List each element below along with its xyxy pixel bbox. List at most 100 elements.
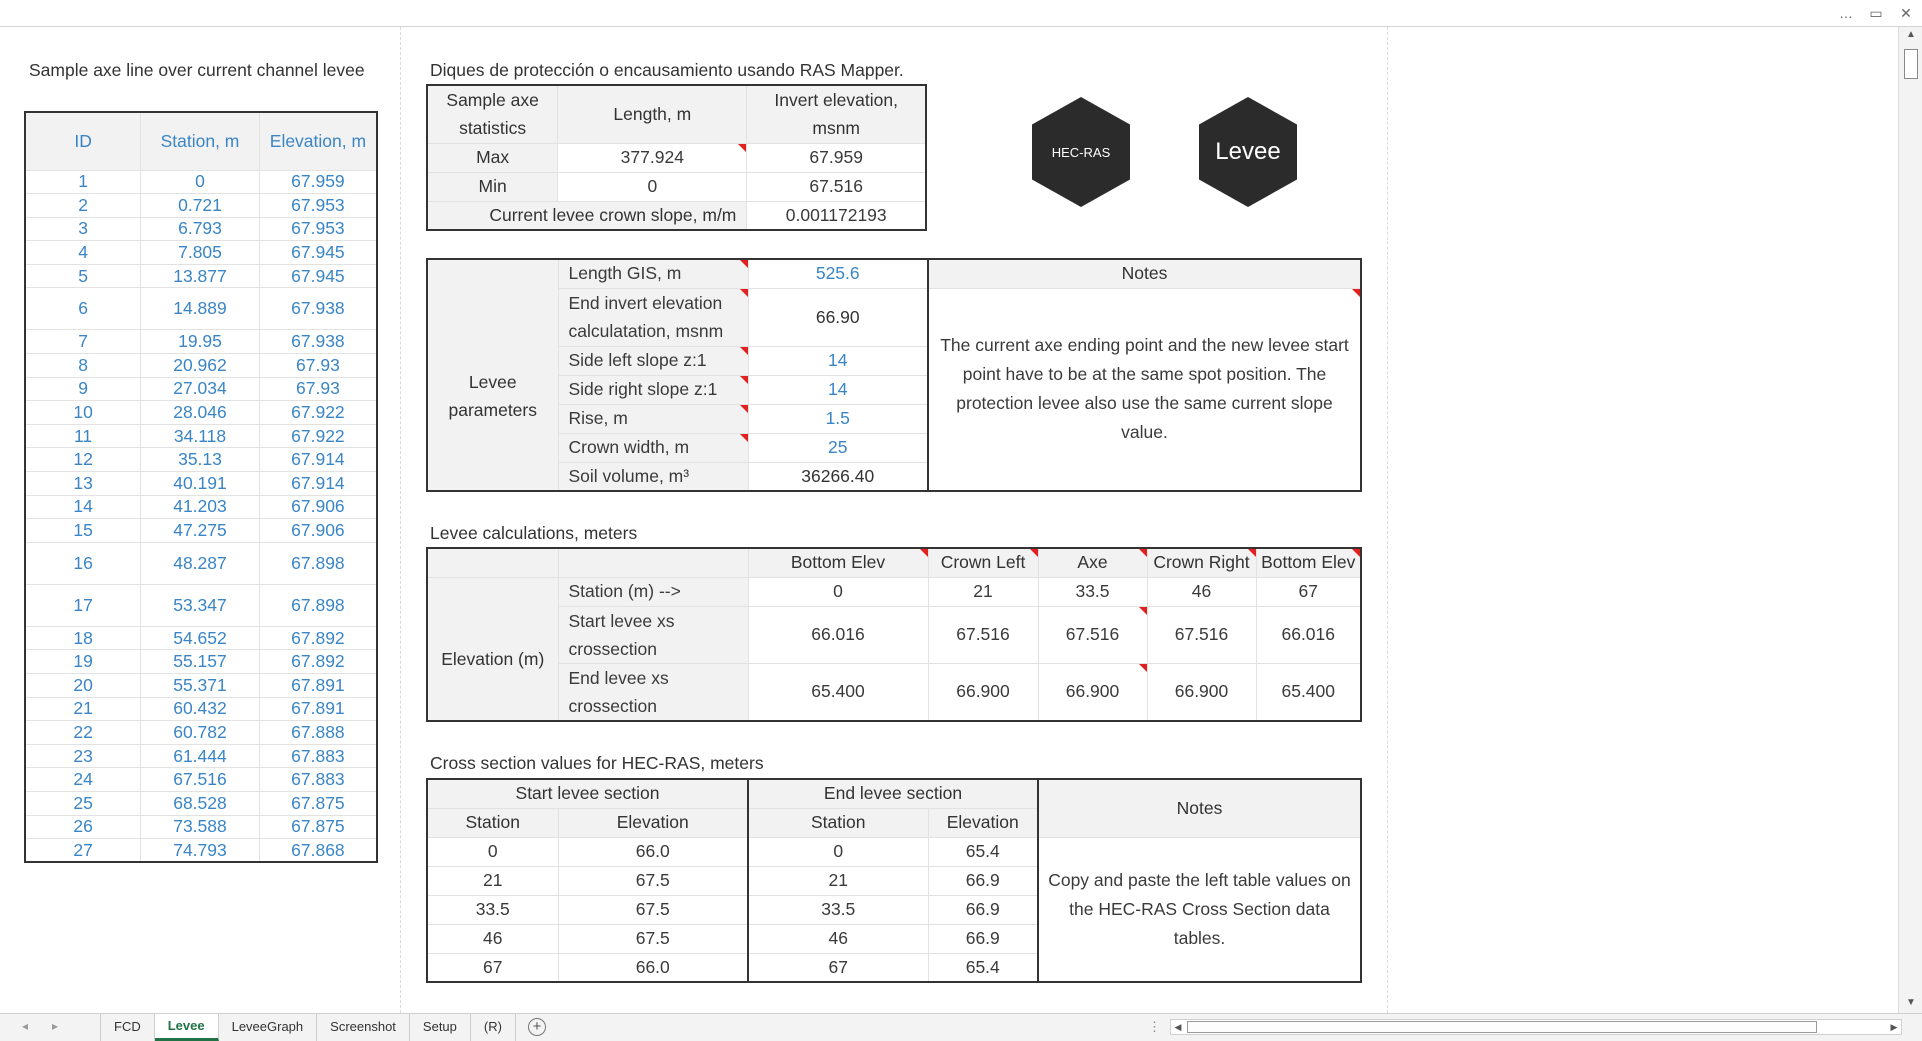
params-crown-value[interactable]: 25: [747, 432, 929, 463]
stats-max-elevation[interactable]: 67.959: [746, 142, 927, 173]
calcs-station-value[interactable]: 21: [927, 576, 1039, 607]
ids-cell-id[interactable]: 13: [24, 471, 142, 496]
scroll-left-icon[interactable]: ◀: [1171, 1020, 1185, 1034]
horizontal-scroll-thumb[interactable]: [1187, 1021, 1817, 1033]
worksheet[interactable]: Sample axe line over current channel lev…: [0, 27, 1898, 1013]
ids-cell-id[interactable]: 4: [24, 240, 142, 265]
calcs-end-value[interactable]: 66.900: [927, 662, 1039, 721]
calcs-end-value[interactable]: 65.400: [1255, 662, 1362, 721]
calcs-station-value[interactable]: 46: [1146, 576, 1257, 607]
ids-cell-elevation[interactable]: 67.891: [258, 673, 378, 698]
xs-start-elevation[interactable]: 66.0: [557, 952, 749, 983]
restore-icon[interactable]: ▭: [1868, 6, 1884, 20]
ids-cell-station[interactable]: 55.371: [140, 673, 260, 698]
ids-cell-id[interactable]: 23: [24, 743, 142, 769]
ids-cell-station[interactable]: 35.13: [140, 447, 260, 473]
ids-cell-id[interactable]: 18: [24, 625, 142, 651]
ids-cell-id[interactable]: 27: [24, 838, 142, 863]
params-soil-value[interactable]: 36266.40: [747, 461, 929, 492]
ids-cell-elevation[interactable]: 67.93: [258, 376, 378, 402]
ids-cell-elevation[interactable]: 67.906: [258, 494, 378, 520]
params-endinv-value[interactable]: 66.90: [747, 287, 929, 347]
prev-sheet-icon[interactable]: ◂: [22, 1019, 28, 1033]
ids-cell-station[interactable]: 41.203: [140, 494, 260, 520]
ids-cell-id[interactable]: 17: [24, 583, 142, 627]
ids-cell-elevation[interactable]: 67.945: [258, 263, 378, 289]
ids-cell-station[interactable]: 60.432: [140, 696, 260, 722]
ids-cell-elevation[interactable]: 67.898: [258, 583, 378, 627]
ids-cell-elevation[interactable]: 67.883: [258, 767, 378, 792]
ids-cell-id[interactable]: 3: [24, 216, 142, 242]
calcs-start-value[interactable]: 67.516: [1146, 605, 1257, 664]
ids-cell-station[interactable]: 73.588: [140, 814, 260, 840]
ids-cell-id[interactable]: 6: [24, 287, 142, 331]
tab-levee[interactable]: Levee: [154, 1014, 219, 1041]
ids-cell-id[interactable]: 24: [24, 767, 142, 792]
calcs-end-value[interactable]: 66.900: [1146, 662, 1257, 721]
ids-cell-elevation[interactable]: 67.898: [258, 541, 378, 585]
xs-end-station[interactable]: 46: [747, 923, 929, 954]
tab-fcd[interactable]: FCD: [101, 1014, 155, 1041]
xs-start-station[interactable]: 67: [426, 952, 559, 983]
ids-cell-station[interactable]: 14.889: [140, 287, 260, 331]
ids-cell-station[interactable]: 40.191: [140, 471, 260, 496]
ids-cell-id[interactable]: 22: [24, 720, 142, 745]
ids-cell-id[interactable]: 21: [24, 696, 142, 722]
xs-start-station[interactable]: 33.5: [426, 894, 559, 925]
ids-cell-elevation[interactable]: 67.883: [258, 743, 378, 769]
params-rise-value[interactable]: 1.5: [747, 403, 929, 434]
ids-cell-elevation[interactable]: 67.888: [258, 720, 378, 745]
ids-cell-elevation[interactable]: 67.93: [258, 353, 378, 378]
calcs-start-value[interactable]: 66.016: [747, 605, 929, 664]
tab-screenshot[interactable]: Screenshot: [317, 1014, 410, 1041]
stats-max-length[interactable]: 377.924: [557, 142, 748, 173]
ids-cell-elevation[interactable]: 67.914: [258, 447, 378, 473]
ids-cell-station[interactable]: 54.652: [140, 625, 260, 651]
ids-cell-station[interactable]: 61.444: [140, 743, 260, 769]
xs-end-elevation[interactable]: 66.9: [927, 923, 1039, 954]
xs-end-elevation[interactable]: 65.4: [927, 836, 1039, 867]
ids-cell-elevation[interactable]: 67.906: [258, 518, 378, 543]
ids-cell-id[interactable]: 2: [24, 193, 142, 218]
ids-cell-id[interactable]: 7: [24, 329, 142, 355]
scroll-right-icon[interactable]: ▶: [1887, 1020, 1901, 1034]
scroll-down-icon[interactable]: ▼: [1903, 997, 1919, 1011]
ids-cell-elevation[interactable]: 67.953: [258, 216, 378, 242]
calcs-station-value[interactable]: 0: [747, 576, 929, 607]
params-length-value[interactable]: 525.6: [747, 258, 929, 289]
stats-slope-value[interactable]: 0.001172193: [746, 200, 927, 231]
ids-cell-id[interactable]: 15: [24, 518, 142, 543]
ids-cell-id[interactable]: 8: [24, 353, 142, 378]
vertical-scrollbar[interactable]: ▲ ▼: [1898, 27, 1922, 1013]
params-sideright-value[interactable]: 14: [747, 374, 929, 405]
ids-cell-id[interactable]: 19: [24, 649, 142, 674]
close-icon[interactable]: ✕: [1898, 6, 1914, 20]
tab-setup[interactable]: Setup: [410, 1014, 471, 1041]
xs-end-station[interactable]: 33.5: [747, 894, 929, 925]
xs-start-station[interactable]: 46: [426, 923, 559, 954]
ids-cell-elevation[interactable]: 67.922: [258, 423, 378, 449]
xs-end-station[interactable]: 21: [747, 865, 929, 896]
ids-cell-station[interactable]: 48.287: [140, 541, 260, 585]
ids-cell-id[interactable]: 16: [24, 541, 142, 585]
ids-cell-elevation[interactable]: 67.959: [258, 169, 378, 195]
calcs-start-value[interactable]: 67.516: [1037, 605, 1148, 664]
ids-cell-id[interactable]: 26: [24, 814, 142, 840]
ids-cell-station[interactable]: 20.962: [140, 353, 260, 378]
ids-cell-elevation[interactable]: 67.938: [258, 287, 378, 331]
xs-start-elevation[interactable]: 67.5: [557, 894, 749, 925]
calcs-station-value[interactable]: 67: [1255, 576, 1362, 607]
scroll-up-icon[interactable]: ▲: [1903, 29, 1919, 43]
ids-cell-id[interactable]: 11: [24, 423, 142, 449]
ids-cell-id[interactable]: 9: [24, 376, 142, 402]
ids-cell-elevation[interactable]: 67.922: [258, 400, 378, 425]
stats-min-elevation[interactable]: 67.516: [746, 171, 927, 202]
xs-end-station[interactable]: 67: [747, 952, 929, 983]
ids-cell-station[interactable]: 34.118: [140, 423, 260, 449]
horizontal-scrollbar[interactable]: ◀ ▶: [1170, 1019, 1902, 1035]
ids-cell-elevation[interactable]: 67.938: [258, 329, 378, 355]
scroll-thumb[interactable]: [1904, 49, 1918, 79]
calcs-end-value[interactable]: 66.900: [1037, 662, 1148, 721]
calcs-start-value[interactable]: 67.516: [927, 605, 1039, 664]
tab-leveegraph[interactable]: LeveeGraph: [219, 1014, 318, 1041]
